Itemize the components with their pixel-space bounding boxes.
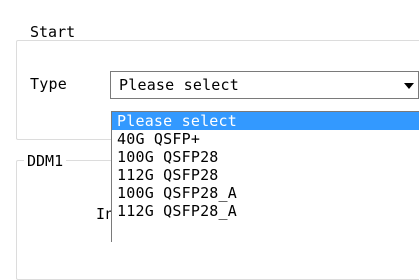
dropdown-option-100g-qsfp28-a[interactable]: 100G QSFP28_A xyxy=(112,184,419,202)
ddm1-group-title: DDM1 xyxy=(24,153,67,169)
dropdown-option-112g-qsfp28-a[interactable]: 112G QSFP28_A xyxy=(112,202,419,220)
type-dropdown-list[interactable]: Please select 40G QSFP+ 100G QSFP28 112G… xyxy=(111,111,419,242)
start-group-title: Start xyxy=(27,24,79,40)
dropdown-option-112g-qsfp28[interactable]: 112G QSFP28 xyxy=(112,166,419,184)
type-combobox[interactable]: Please select xyxy=(110,71,419,99)
dropdown-option-40g-qsfp-plus[interactable]: 40G QSFP+ xyxy=(112,130,419,148)
chevron-down-icon[interactable] xyxy=(404,83,414,89)
dropdown-option-please-select[interactable]: Please select xyxy=(112,112,419,130)
type-label: Type xyxy=(30,75,67,93)
dropdown-option-100g-qsfp28[interactable]: 100G QSFP28 xyxy=(112,148,419,166)
type-combobox-value: Please select xyxy=(119,76,239,94)
